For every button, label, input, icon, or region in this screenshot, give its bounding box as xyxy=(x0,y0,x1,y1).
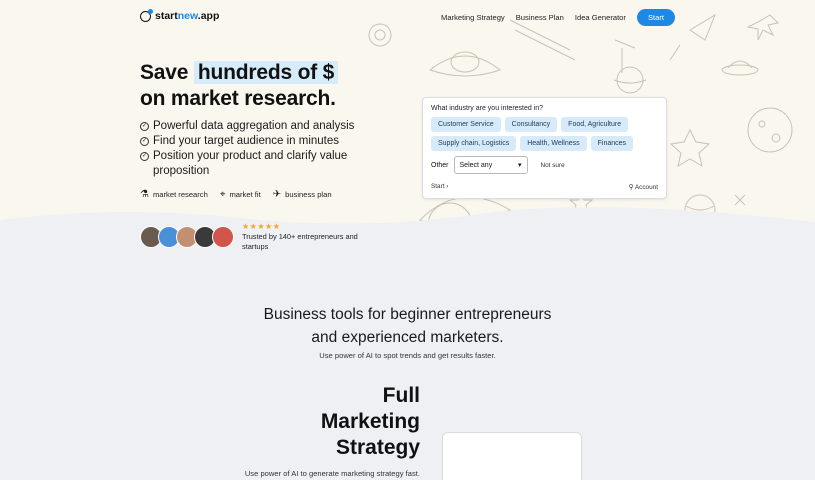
caret-down-icon: ▾ xyxy=(518,162,522,169)
avatar-group xyxy=(140,226,234,248)
headline-line-2: on market research. xyxy=(140,87,336,110)
card-footer: Start › ⚲ Account xyxy=(431,183,658,191)
user-icon: ⚲ xyxy=(628,184,634,191)
account-link[interactable]: ⚲ Account xyxy=(629,183,658,191)
section-title: Business tools for beginner entrepreneur… xyxy=(263,306,552,346)
bullet-item: ✓ Position your product and clarify value… xyxy=(140,150,348,177)
check-circle-icon: ✓ xyxy=(140,152,149,161)
feature-bullets: ✓ Powerful data aggregation and analysis … xyxy=(140,119,380,179)
target-icon: ⌖ xyxy=(219,189,226,200)
brand-logo[interactable]: startnew.app xyxy=(140,8,220,22)
hero-section xyxy=(0,0,815,262)
nav-links: Marketing Strategy Business Plan Idea Ge… xyxy=(441,9,675,26)
chip-customer-service[interactable]: Customer Service xyxy=(431,117,501,132)
social-proof: ★★★★★ Trusted by 140+ entrepreneurs and … xyxy=(140,222,372,252)
bullet-item: ✓ Find your target audience in minutes xyxy=(140,135,340,147)
card-start-link[interactable]: Start › xyxy=(431,183,448,191)
industry-select[interactable]: Select any ▾ xyxy=(453,156,528,174)
hero-wave xyxy=(0,207,815,262)
headline-highlight: hundreds of $ xyxy=(193,61,339,84)
avatar xyxy=(212,226,234,248)
industry-selector-card: What industry are you interested in? Cus… xyxy=(422,97,667,199)
hero-headline: Save hundreds of $ on market research. xyxy=(140,60,339,112)
feature-heading: Full Marketing Strategy xyxy=(320,384,420,459)
brand-name: startnew.app xyxy=(155,10,220,22)
analytics-icon: ⚗ xyxy=(140,189,149,200)
feature-tags: ⚗ market research ⌖ market fit ✈ business p… xyxy=(140,189,332,200)
chevron-right-icon: › xyxy=(446,183,449,190)
feature-preview-card xyxy=(442,432,582,480)
tag-business-plan: ✈ business plan xyxy=(272,189,332,200)
industry-chips: Customer Service Consultancy Food, Agric… xyxy=(431,117,658,151)
not-sure-link[interactable]: Not sure xyxy=(541,162,565,169)
chip-consultancy[interactable]: Consultancy xyxy=(504,117,558,132)
bullet-item: ✓ Powerful data aggregation and analysis xyxy=(140,120,355,132)
top-navigation: startnew.app Marketing Strategy Business… xyxy=(0,0,815,36)
rocket-icon: ✈ xyxy=(272,189,282,200)
check-circle-icon: ✓ xyxy=(140,122,149,131)
chip-finances[interactable]: Finances xyxy=(590,136,634,151)
chip-health-wellness[interactable]: Health, Wellness xyxy=(520,136,587,151)
rating-stars: ★★★★★ xyxy=(242,222,281,231)
headline-line-1: Save hundreds of $ xyxy=(140,60,339,86)
trust-text: ★★★★★ Trusted by 140+ entrepreneurs and … xyxy=(242,222,372,252)
other-row: Other Select any ▾ Not sure xyxy=(431,156,658,174)
chip-supply-chain[interactable]: Supply chain, Logistics xyxy=(431,136,517,151)
logo-icon xyxy=(140,8,153,22)
nav-link-idea-generator[interactable]: Idea Generator xyxy=(575,13,626,22)
nav-link-business-plan[interactable]: Business Plan xyxy=(516,13,564,22)
industry-question: What industry are you interested in? xyxy=(431,105,544,112)
tag-market-research: ⚗ market research xyxy=(140,189,208,200)
other-label: Other xyxy=(431,161,449,169)
start-button[interactable]: Start xyxy=(636,9,675,26)
tag-market-fit: ⌖ market fit xyxy=(219,189,261,200)
feature-subtitle: Use power of AI to generate marketing st… xyxy=(244,469,420,478)
nav-link-marketing-strategy[interactable]: Marketing Strategy xyxy=(441,13,505,22)
check-circle-icon: ✓ xyxy=(140,137,149,146)
chip-food-agriculture[interactable]: Food, Agriculture xyxy=(561,117,629,132)
section-subtitle: Use power of AI to spot trends and get r… xyxy=(319,351,496,360)
